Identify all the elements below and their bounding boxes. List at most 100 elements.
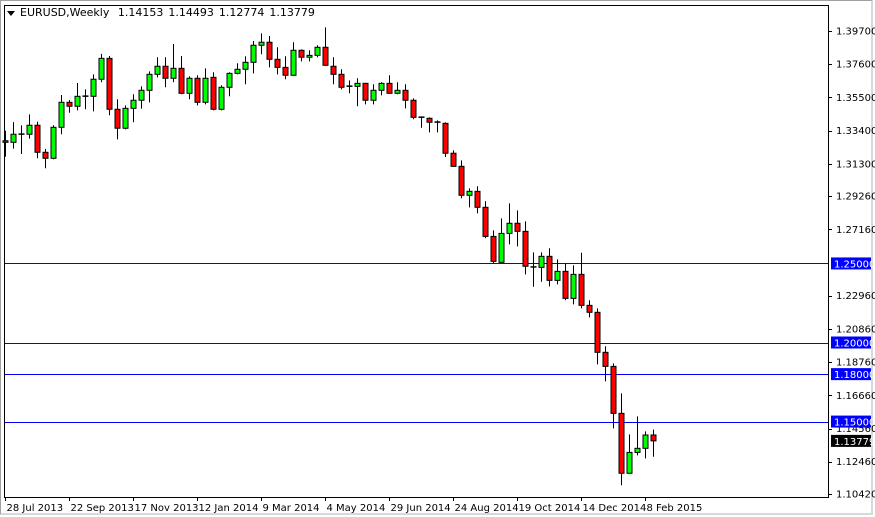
candle-body [338, 73, 345, 88]
x-tick-label: 14 Dec 2014 [583, 503, 647, 514]
candle-body [498, 232, 505, 263]
candle-body [226, 72, 233, 88]
candle-body [66, 101, 73, 107]
y-tick-label: 1.12460 [836, 457, 875, 468]
candle-body [538, 255, 545, 268]
dropdown-triangle-icon[interactable] [7, 10, 15, 16]
candle [122, 105, 129, 130]
level-price-label: 1.18000 [834, 370, 875, 381]
candle-body [442, 122, 449, 154]
x-tick-label: 12 Jan 2014 [199, 503, 259, 514]
candle-body [234, 68, 241, 74]
x-tick-label: 22 Sep 2013 [71, 503, 134, 514]
candle-body [522, 230, 529, 267]
candle-body [386, 82, 393, 94]
candle-body [290, 49, 297, 76]
y-tick-label: 1.10420 [836, 490, 875, 501]
candle-body [170, 67, 177, 79]
candle-body [634, 447, 641, 453]
level-price-label: 1.25000 [834, 259, 875, 270]
candle-body [42, 151, 49, 159]
candle-body [26, 124, 33, 135]
candle-body [34, 124, 41, 153]
candle-body [330, 65, 337, 75]
candle-body [10, 133, 17, 143]
candle-body [282, 66, 289, 76]
candle-body [242, 61, 249, 70]
candle-body [354, 82, 361, 87]
candle-body [458, 165, 465, 196]
candle-body [314, 46, 321, 56]
candle-body [218, 86, 225, 110]
candle-body [402, 89, 409, 101]
ohlc-open: 1.14153 [117, 6, 164, 19]
candle-body [594, 311, 601, 353]
x-tick-label: 9 Mar 2014 [263, 503, 320, 514]
candle-body [250, 44, 257, 63]
y-tick-label: 1.37600 [836, 60, 875, 71]
candle-body [474, 190, 481, 208]
candle-body [490, 235, 497, 262]
candle-body [618, 412, 625, 474]
candle [50, 125, 57, 160]
candle-body [194, 77, 201, 103]
candle-body [450, 152, 457, 167]
candle-body [146, 73, 153, 91]
candle [194, 75, 201, 106]
candlestick-chart[interactable]: 1.39700 1.37600 1.35500 1.33400 1.31300 1.292… [0, 0, 875, 517]
candle-body [546, 255, 553, 281]
candle-body [378, 82, 385, 91]
y-tick-label: 1.20860 [836, 324, 875, 335]
ohlc-high: 1.14493 [168, 6, 214, 19]
y-tick-label: 1.18760 [836, 358, 875, 369]
candle-body [274, 58, 281, 68]
candle-body [106, 57, 113, 110]
y-tick-label: 1.22960 [836, 291, 875, 302]
x-tick-label: 17 Nov 2013 [135, 503, 199, 514]
candle-body [362, 82, 369, 101]
candle-body [642, 434, 649, 449]
candle-body [650, 434, 657, 442]
x-tick-label: 29 Jun 2014 [391, 503, 451, 514]
y-tick-label: 1.35500 [836, 93, 875, 104]
candle-body [2, 140, 9, 143]
ohlc-low: 1.12774 [218, 6, 265, 19]
plot-area [4, 5, 829, 498]
candle-body [514, 222, 521, 232]
level-price-label: 1.20000 [834, 339, 875, 350]
candle-body [322, 46, 329, 66]
candle-body [186, 77, 193, 94]
candle-body [586, 304, 593, 313]
candle [106, 55, 113, 116]
candle [314, 45, 321, 58]
candle-body [426, 117, 433, 123]
candle-body [298, 49, 305, 58]
level-price-label: 1.15000 [834, 418, 875, 429]
candle-body [50, 126, 57, 159]
candle-body [58, 101, 65, 128]
candle-body [610, 365, 617, 414]
candle-body [130, 99, 137, 109]
y-tick-label: 1.31300 [836, 159, 875, 170]
chart-header: EURUSD,Weekly 1.14153 1.14493 1.12774 1.137… [7, 6, 320, 19]
candle-body [74, 95, 81, 107]
candle-body [178, 67, 185, 94]
candle-body [506, 222, 513, 234]
y-tick-label: 1.16660 [836, 391, 875, 402]
candle-body [602, 351, 609, 367]
candle-body [258, 41, 265, 46]
candle-body [90, 78, 97, 97]
candle-body [626, 451, 633, 474]
x-tick-label: 19 Oct 2014 [519, 503, 581, 514]
candle-body [410, 99, 417, 118]
candle-body [162, 65, 169, 79]
y-tick-label: 1.39700 [836, 27, 875, 38]
candle-body [554, 270, 561, 281]
candle-body [154, 65, 161, 75]
candle-body [202, 77, 209, 103]
candle [458, 160, 465, 199]
candle-body [122, 107, 129, 129]
candle [410, 98, 417, 120]
x-tick-label: 8 Feb 2015 [647, 503, 703, 514]
current-price-label: 1.13779 [834, 437, 875, 448]
